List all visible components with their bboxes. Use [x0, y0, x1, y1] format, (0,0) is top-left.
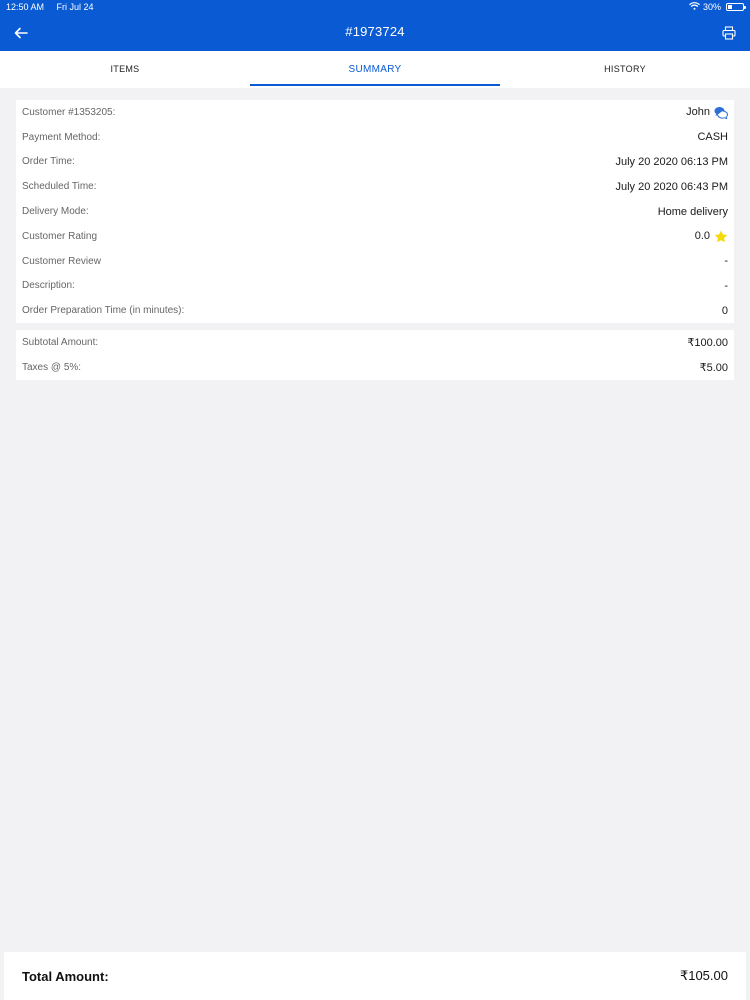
- battery-fill: [728, 5, 733, 9]
- detail-row-customer: Customer #1353205: John: [16, 100, 734, 125]
- page-title: #1973724: [345, 24, 405, 39]
- detail-row-delivery-mode: Delivery Mode: Home delivery: [16, 199, 734, 224]
- status-date: Fri Jul 24: [56, 2, 94, 12]
- battery-percent: 30%: [702, 2, 721, 12]
- detail-label: Order Preparation Time (in minutes):: [22, 305, 185, 317]
- tab-bar: ITEMS SUMMARY HISTORY: [0, 51, 750, 88]
- detail-label: Description:: [22, 280, 75, 292]
- chat-icon[interactable]: [714, 105, 728, 119]
- battery-icon: [726, 3, 746, 11]
- star-icon: [714, 229, 728, 243]
- amount-row-subtotal: Subtotal Amount: ₹100.00: [16, 330, 734, 355]
- detail-row-scheduled-time: Scheduled Time: July 20 2020 06:43 PM: [16, 174, 734, 199]
- customer-name-value: John: [686, 105, 728, 119]
- detail-value: July 20 2020 06:13 PM: [615, 155, 728, 168]
- detail-label: Customer Review: [22, 255, 101, 267]
- detail-row-prep-time: Order Preparation Time (in minutes): 0: [16, 298, 734, 323]
- amount-label: Taxes @ 5%:: [22, 362, 82, 373]
- amount-value: ₹100.00: [687, 337, 728, 349]
- detail-label: Order Time:: [22, 156, 75, 168]
- detail-value: Home delivery: [657, 205, 728, 218]
- app-bar: 12:50 AM Fri Jul 24 30% #1973724: [0, 0, 750, 51]
- status-right: 30%: [689, 0, 746, 14]
- total-value: ₹105.00: [679, 968, 728, 983]
- detail-row-order-time: Order Time: July 20 2020 06:13 PM: [16, 150, 734, 175]
- detail-value: 0.0: [694, 230, 710, 243]
- printer-icon: [722, 26, 736, 40]
- detail-label: Delivery Mode:: [22, 206, 89, 218]
- tab-summary[interactable]: SUMMARY: [250, 51, 500, 88]
- detail-row-rating: Customer Rating 0.0: [16, 224, 734, 249]
- rating-value: 0.0: [695, 229, 728, 243]
- detail-row-description: Description: -: [16, 274, 734, 299]
- status-bar: 12:50 AM Fri Jul 24 30%: [0, 0, 750, 14]
- detail-value: 0: [721, 304, 728, 317]
- detail-value: -: [724, 255, 728, 268]
- detail-label: Customer Rating: [22, 230, 98, 242]
- status-time: 12:50 AM: [6, 2, 45, 12]
- detail-value: CASH: [697, 131, 728, 144]
- total-footer: Total Amount: ₹105.00: [4, 952, 746, 1000]
- detail-label: Customer #1353205:: [22, 106, 116, 118]
- amount-row-taxes: Taxes @ 5%: ₹5.00: [16, 355, 734, 380]
- tab-history[interactable]: HISTORY: [500, 51, 750, 88]
- total-label: Total Amount:: [22, 968, 109, 984]
- detail-row-review: Customer Review -: [16, 249, 734, 274]
- amount-label: Subtotal Amount:: [22, 337, 99, 348]
- order-details-card: Customer #1353205: John Payment Method: …: [16, 100, 734, 323]
- tab-items[interactable]: ITEMS: [0, 51, 250, 88]
- status-left: 12:50 AM Fri Jul 24: [6, 0, 104, 14]
- detail-label: Scheduled Time:: [22, 181, 97, 193]
- amounts-card: Subtotal Amount: ₹100.00 Taxes @ 5%: ₹5.…: [16, 330, 734, 380]
- detail-row-payment: Payment Method: CASH: [16, 125, 734, 150]
- detail-value: -: [724, 279, 728, 292]
- detail-value: John: [686, 106, 710, 119]
- detail-label: Payment Method:: [22, 131, 101, 143]
- detail-value: July 20 2020 06:43 PM: [615, 180, 728, 193]
- amount-value: ₹5.00: [699, 362, 728, 374]
- print-button[interactable]: [720, 24, 738, 42]
- wifi-icon: [689, 0, 700, 14]
